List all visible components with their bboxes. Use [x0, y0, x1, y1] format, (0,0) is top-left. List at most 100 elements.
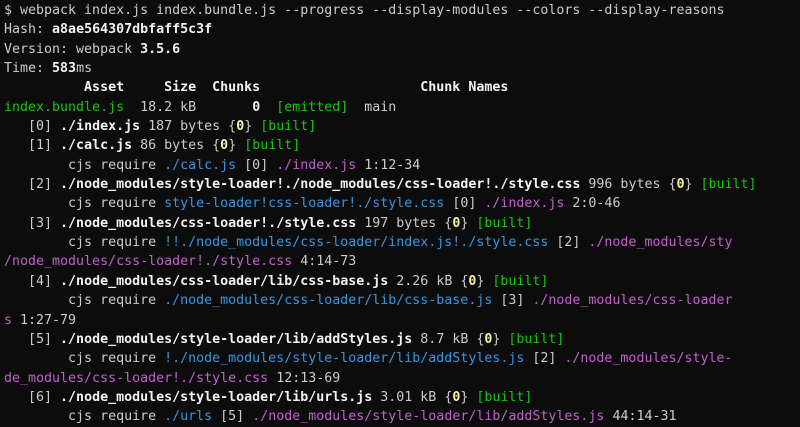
- terminal-text-segment: [0]: [4, 119, 61, 135]
- terminal-text-segment: a8ae564307dbfaff5c3f: [52, 22, 213, 38]
- terminal-text-segment: }: [460, 389, 477, 405]
- terminal-text-segment: }: [228, 138, 245, 154]
- terminal-text-segment: ./node_modules/style-: [564, 351, 733, 367]
- terminal-text-segment: $ webpack index.js index.bundle.js --pro…: [4, 3, 725, 18]
- terminal-text-segment: [0]: [236, 157, 277, 173]
- terminal-line: cjs require style-loader!css-loader!./st…: [4, 194, 800, 213]
- terminal-line: Asset Size Chunks Chunk Names: [4, 78, 800, 97]
- terminal-text-segment: 1:12-34: [356, 157, 421, 173]
- terminal-text-segment: [built]: [260, 119, 317, 135]
- terminal-text-segment: ./node_modules/css-loader/lib/css-base.j…: [60, 273, 389, 289]
- terminal-text-segment: cjs require: [4, 409, 165, 425]
- terminal-text-segment: [built]: [508, 331, 565, 347]
- terminal-line: [6] ./node_modules/style-loader/lib/urls…: [4, 388, 800, 407]
- terminal-text-segment: 996 bytes {: [580, 177, 677, 193]
- terminal-text-segment: ./node_modules/css-loader: [532, 293, 733, 309]
- terminal-line: cjs require ./node_modules/css-loader/li…: [4, 291, 800, 310]
- terminal-text-segment: ./node_modules/css-loader/lib/css-base.j…: [164, 293, 493, 309]
- terminal-text-segment: ./calc.js: [164, 157, 237, 173]
- terminal-text-segment: ./node_modules/style-loader!./node_modul…: [60, 177, 581, 193]
- terminal-text-segment: main: [348, 99, 397, 115]
- terminal-text-segment: 583: [52, 61, 77, 77]
- terminal-text-segment: index.bundle.js: [4, 99, 125, 115]
- terminal-text-segment: !!./node_modules/css-loader/index.js!./s…: [164, 235, 549, 251]
- terminal-text-segment: 4:14-73: [292, 254, 357, 270]
- terminal-line: /node_modules/css-loader!./style.css 4:1…: [4, 252, 800, 271]
- terminal-text-segment: ./urls: [164, 409, 213, 425]
- terminal-line: [3] ./node_modules/css-loader!./style.cs…: [4, 214, 800, 233]
- terminal-line: Version: webpack 3.5.6: [4, 40, 800, 59]
- terminal-text-segment: Asset Size Chunks Chunk Names: [4, 80, 509, 96]
- terminal-text-segment: Hash:: [4, 22, 53, 38]
- terminal-text-segment: [built]: [476, 389, 533, 405]
- terminal-line: de_modules/css-loader!./style.css 12:13-…: [4, 369, 800, 388]
- terminal-text-segment: cjs require: [4, 196, 165, 212]
- terminal-text-segment: 3.01 kB {: [372, 389, 453, 405]
- terminal-line: s 1:27-79: [4, 311, 800, 330]
- terminal-text-segment: Time:: [4, 61, 53, 77]
- terminal-output[interactable]: $ webpack index.js index.bundle.js --pro…: [0, 0, 800, 427]
- terminal-text-segment: cjs require: [4, 351, 165, 367]
- terminal-text-segment: /node_modules/css-loader!./style.css: [4, 254, 293, 270]
- terminal-text-segment: [emitted]: [276, 99, 349, 115]
- terminal-text-segment: ./index.js: [276, 157, 357, 173]
- terminal-text-segment: ./node_modules/sty: [588, 235, 733, 251]
- terminal-text-segment: [4]: [4, 273, 61, 289]
- terminal-text-segment: 0: [676, 177, 685, 193]
- terminal-line: Time: 583ms: [4, 59, 800, 78]
- terminal-text-segment: s: [4, 312, 13, 328]
- terminal-text-segment: 12:13-69: [268, 370, 341, 386]
- terminal-text-segment: cjs require: [4, 293, 165, 309]
- terminal-text-segment: 18.2 kB: [124, 99, 253, 115]
- terminal-text-segment: ./index.js: [484, 196, 565, 212]
- terminal-text-segment: 1:27-79: [12, 312, 77, 328]
- terminal-text-segment: 0: [236, 119, 245, 135]
- terminal-text-segment: }: [684, 177, 701, 193]
- terminal-text-segment: ./node_modules/style-loader/lib/addStyle…: [60, 331, 413, 347]
- terminal-line: index.bundle.js 18.2 kB 0 [emitted] main: [4, 98, 800, 117]
- terminal-text-segment: [5]: [4, 331, 61, 347]
- terminal-line: [4] ./node_modules/css-loader/lib/css-ba…: [4, 272, 800, 291]
- terminal-text-segment: 44:14-31: [604, 409, 677, 425]
- terminal-line: cjs require !!./node_modules/css-loader/…: [4, 233, 800, 252]
- terminal-text-segment: ./node_modules/css-loader!./style.css: [60, 215, 357, 231]
- terminal-text-segment: [6]: [4, 389, 61, 405]
- terminal-text-segment: 2:0-46: [564, 196, 621, 212]
- terminal-text-segment: }: [244, 119, 261, 135]
- terminal-text-segment: ./node_modules/style-loader/lib/urls.js: [60, 389, 373, 405]
- terminal-text-segment: 2.26 kB {: [388, 273, 469, 289]
- terminal-text-segment: [built]: [700, 177, 757, 193]
- terminal-text-segment: ms: [76, 61, 93, 77]
- terminal-text-segment: [5]: [212, 409, 253, 425]
- terminal-text-segment: ./node_modules/style-loader/lib/addStyle…: [252, 409, 605, 425]
- terminal-text-segment: 0: [220, 138, 229, 154]
- terminal-text-segment: [built]: [492, 273, 549, 289]
- terminal-line: $ webpack index.js index.bundle.js --pro…: [4, 1, 800, 20]
- terminal-line: cjs require !./node_modules/style-loader…: [4, 349, 800, 368]
- terminal-text-segment: 197 bytes {: [356, 215, 453, 231]
- terminal-text-segment: style-loader!css-loader!./style.css: [164, 196, 445, 212]
- terminal-line: [0] ./index.js 187 bytes {0} [built]: [4, 117, 800, 136]
- terminal-text-segment: [2]: [4, 177, 61, 193]
- terminal-text-segment: 187 bytes {: [140, 119, 237, 135]
- terminal-text-segment: !./node_modules/style-loader/lib/addStyl…: [164, 351, 525, 367]
- terminal-text-segment: cjs require: [4, 235, 165, 251]
- terminal-line: [1] ./calc.js 86 bytes {0} [built]: [4, 136, 800, 155]
- terminal-text-segment: [0]: [444, 196, 485, 212]
- terminal-text-segment: [3]: [492, 293, 533, 309]
- terminal-text-segment: Version: webpack: [4, 41, 141, 57]
- terminal-text-segment: cjs require: [4, 157, 165, 173]
- terminal-text-segment: [3]: [4, 215, 61, 231]
- terminal-text-segment: de_modules/css-loader!./style.css: [4, 370, 269, 386]
- terminal-line: cjs require ./calc.js [0] ./index.js 1:1…: [4, 156, 800, 175]
- terminal-text-segment: ./index.js: [60, 119, 141, 135]
- terminal-text-segment: 3.5.6: [140, 41, 181, 57]
- terminal-text-segment: }: [460, 215, 477, 231]
- terminal-text-segment: [1]: [4, 138, 61, 154]
- terminal-text-segment: 86 bytes {: [132, 138, 221, 154]
- terminal-text-segment: ./calc.js: [60, 138, 133, 154]
- terminal-text-segment: 0: [252, 99, 261, 115]
- terminal-text-segment: [2]: [548, 235, 589, 251]
- terminal-text-segment: }: [476, 273, 493, 289]
